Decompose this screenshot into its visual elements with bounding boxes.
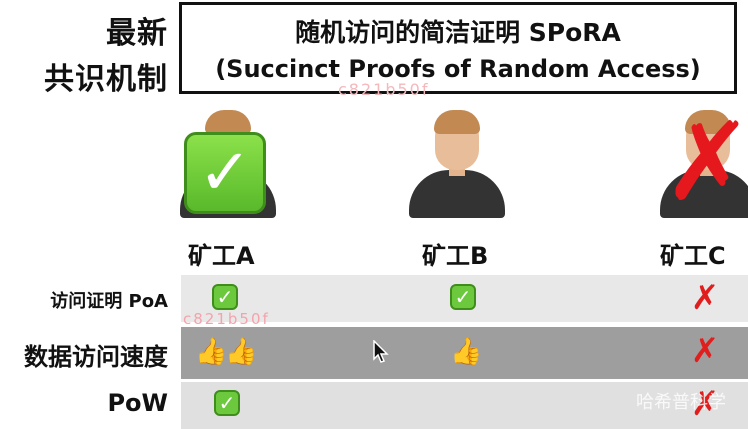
big-cross-icon: ✗: [662, 100, 748, 225]
cross-icon: ✗: [690, 278, 720, 318]
miner-b-hair: [434, 110, 480, 134]
mouse-cursor-icon: [373, 340, 389, 363]
title-line2: (Succinct Proofs of Random Access): [215, 55, 701, 83]
cross-icon: ✗: [690, 384, 720, 424]
thumb-up-icon: 👍: [450, 337, 483, 367]
row-label-poa: 访问证明 PoA: [50, 291, 168, 312]
big-check-icon: ✓: [184, 132, 266, 214]
miner-a-hair: [205, 110, 251, 134]
check-icon: ✓: [212, 284, 238, 310]
miner-b-avatar: [405, 108, 509, 220]
miner-b-body: [409, 170, 505, 218]
miner-c-label: 矿工C: [660, 242, 726, 270]
title-line1: 随机访问的简洁证明 SPoRA: [295, 18, 621, 47]
miner-a-label: 矿工A: [188, 242, 255, 270]
check-icon: ✓: [450, 284, 476, 310]
thumb-up-icon: 👍: [225, 337, 258, 367]
cross-icon: ✗: [690, 331, 720, 371]
title-box: 随机访问的简洁证明 SPoRA (Succinct Proofs of Rand…: [179, 2, 737, 94]
miner-c-avatar: ✗: [656, 108, 748, 220]
row-label-speed: 数据访问速度: [24, 343, 168, 371]
section-label-line1: 最新: [106, 16, 168, 51]
check-icon: ✓: [214, 390, 240, 416]
section-label-line2: 共识机制: [44, 62, 168, 97]
miner-a-avatar: ✓: [176, 108, 280, 220]
miner-b-label: 矿工B: [422, 242, 489, 270]
row-label-pow: PoW: [107, 389, 168, 417]
table-row-pow: [181, 382, 748, 429]
section-label: 最新 共识机制: [18, 4, 168, 97]
thumb-up-icon: 👍: [195, 337, 228, 367]
